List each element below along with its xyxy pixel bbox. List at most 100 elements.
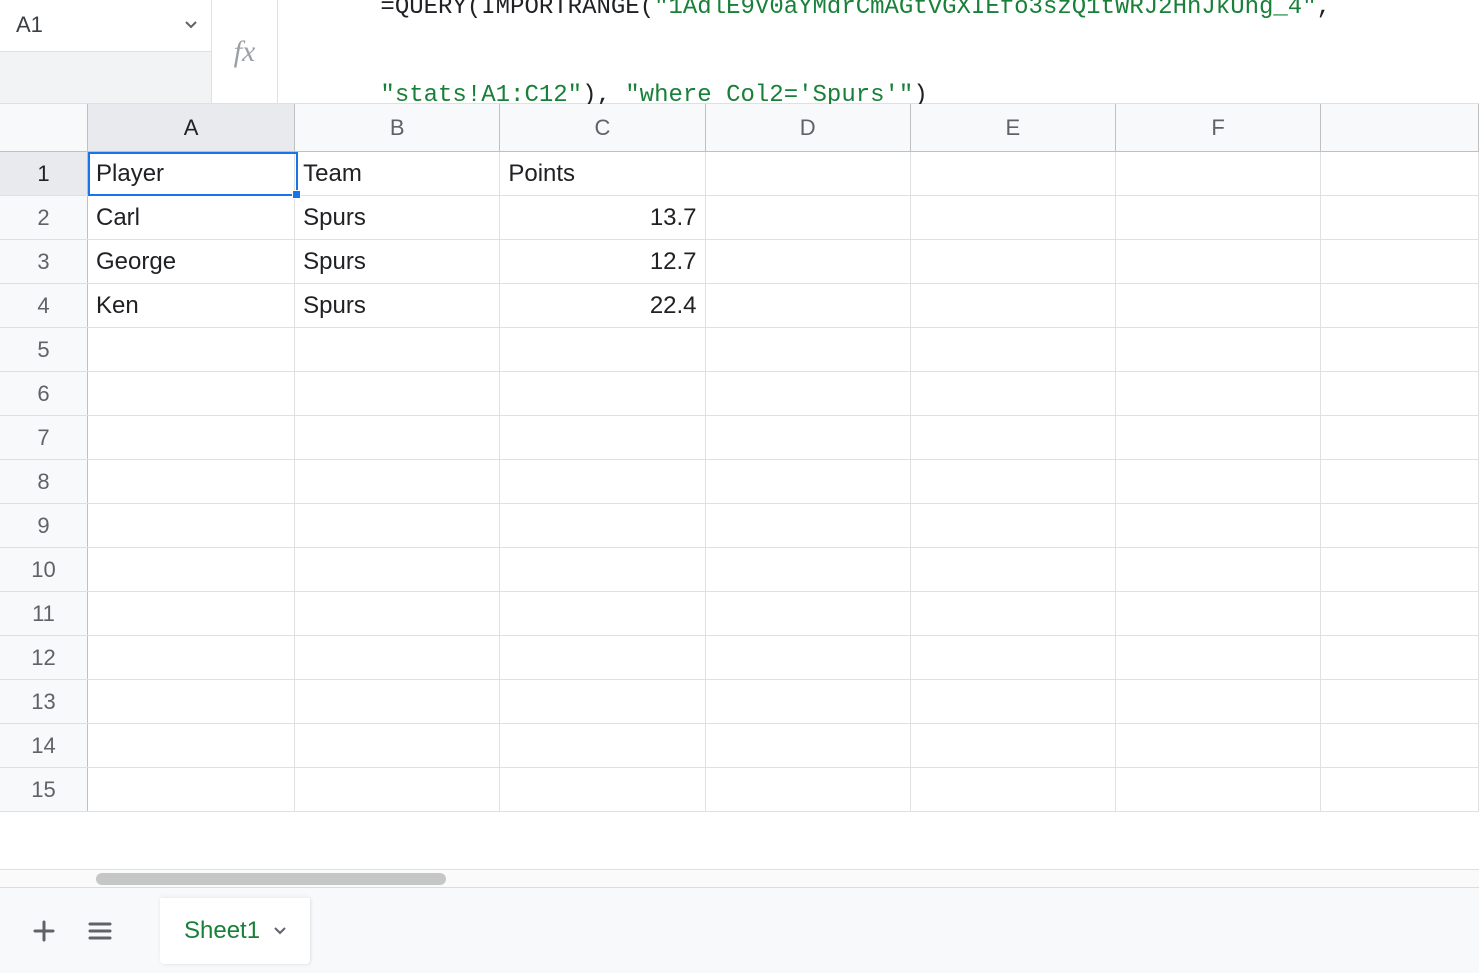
cell-C6[interactable] [500, 372, 705, 415]
cell-B4[interactable]: Spurs [295, 284, 500, 327]
column-header-A[interactable]: A [88, 104, 295, 151]
cell-F9[interactable] [1116, 504, 1321, 547]
cell-E14[interactable] [911, 724, 1116, 767]
row-header-15[interactable]: 15 [0, 768, 88, 811]
cell-D3[interactable] [706, 240, 911, 283]
cell-F2[interactable] [1116, 196, 1321, 239]
column-header-E[interactable]: E [911, 104, 1116, 151]
cell-D4[interactable] [706, 284, 911, 327]
cell-D13[interactable] [706, 680, 911, 723]
cell-A2[interactable]: Carl [88, 196, 295, 239]
cell-F7[interactable] [1116, 416, 1321, 459]
cell-D7[interactable] [706, 416, 911, 459]
horizontal-scrollbar[interactable] [0, 869, 1479, 887]
row-header-14[interactable]: 14 [0, 724, 88, 767]
cell-F14[interactable] [1116, 724, 1321, 767]
row-header-11[interactable]: 11 [0, 592, 88, 635]
cell-B12[interactable] [295, 636, 500, 679]
cell-E10[interactable] [911, 548, 1116, 591]
cell-A8[interactable] [88, 460, 295, 503]
row-header-4[interactable]: 4 [0, 284, 88, 327]
chevron-down-icon[interactable] [274, 927, 286, 935]
row-header-6[interactable]: 6 [0, 372, 88, 415]
cell-B9[interactable] [295, 504, 500, 547]
cell-G15[interactable] [1321, 768, 1479, 811]
cell-A14[interactable] [88, 724, 295, 767]
cell-G7[interactable] [1321, 416, 1479, 459]
cell-E12[interactable] [911, 636, 1116, 679]
cell-A6[interactable] [88, 372, 295, 415]
cell-B14[interactable] [295, 724, 500, 767]
cell-A4[interactable]: Ken [88, 284, 295, 327]
cell-F8[interactable] [1116, 460, 1321, 503]
row-header-13[interactable]: 13 [0, 680, 88, 723]
cell-C15[interactable] [500, 768, 705, 811]
chevron-down-icon[interactable] [185, 21, 197, 29]
cell-A9[interactable] [88, 504, 295, 547]
cell-C3[interactable]: 12.7 [500, 240, 705, 283]
cell-F13[interactable] [1116, 680, 1321, 723]
cell-C12[interactable] [500, 636, 705, 679]
cell-E11[interactable] [911, 592, 1116, 635]
cell-C4[interactable]: 22.4 [500, 284, 705, 327]
cell-F6[interactable] [1116, 372, 1321, 415]
cell-F11[interactable] [1116, 592, 1321, 635]
cell-B15[interactable] [295, 768, 500, 811]
cell-G10[interactable] [1321, 548, 1479, 591]
cell-F3[interactable] [1116, 240, 1321, 283]
cell-B11[interactable] [295, 592, 500, 635]
sheet-tab-active[interactable]: Sheet1 [160, 898, 310, 964]
cell-F15[interactable] [1116, 768, 1321, 811]
row-header-9[interactable]: 9 [0, 504, 88, 547]
cell-G11[interactable] [1321, 592, 1479, 635]
cell-C8[interactable] [500, 460, 705, 503]
cell-E8[interactable] [911, 460, 1116, 503]
cell-E2[interactable] [911, 196, 1116, 239]
cell-A7[interactable] [88, 416, 295, 459]
cell-G14[interactable] [1321, 724, 1479, 767]
cell-E3[interactable] [911, 240, 1116, 283]
cell-D14[interactable] [706, 724, 911, 767]
cell-D1[interactable] [706, 152, 911, 195]
cell-F5[interactable] [1116, 328, 1321, 371]
cell-D8[interactable] [706, 460, 911, 503]
cell-A1[interactable]: Player [88, 152, 295, 195]
cell-G12[interactable] [1321, 636, 1479, 679]
cell-G2[interactable] [1321, 196, 1479, 239]
cell-C14[interactable] [500, 724, 705, 767]
cell-G9[interactable] [1321, 504, 1479, 547]
cell-C5[interactable] [500, 328, 705, 371]
cell-B5[interactable] [295, 328, 500, 371]
column-header-B[interactable]: B [295, 104, 500, 151]
cell-D11[interactable] [706, 592, 911, 635]
cell-G5[interactable] [1321, 328, 1479, 371]
cell-E6[interactable] [911, 372, 1116, 415]
cell-C9[interactable] [500, 504, 705, 547]
cell-B3[interactable]: Spurs [295, 240, 500, 283]
add-sheet-button[interactable] [20, 907, 68, 955]
cell-E9[interactable] [911, 504, 1116, 547]
cell-B7[interactable] [295, 416, 500, 459]
select-all-corner[interactable] [0, 104, 88, 151]
cell-G4[interactable] [1321, 284, 1479, 327]
cell-C13[interactable] [500, 680, 705, 723]
cell-A3[interactable]: George [88, 240, 295, 283]
cell-C11[interactable] [500, 592, 705, 635]
cell-E7[interactable] [911, 416, 1116, 459]
cell-G3[interactable] [1321, 240, 1479, 283]
row-header-12[interactable]: 12 [0, 636, 88, 679]
cell-E15[interactable] [911, 768, 1116, 811]
cell-D6[interactable] [706, 372, 911, 415]
cell-E13[interactable] [911, 680, 1116, 723]
cell-B10[interactable] [295, 548, 500, 591]
cell-G8[interactable] [1321, 460, 1479, 503]
cell-C7[interactable] [500, 416, 705, 459]
cell-A12[interactable] [88, 636, 295, 679]
cell-E1[interactable] [911, 152, 1116, 195]
row-header-5[interactable]: 5 [0, 328, 88, 371]
cell-A11[interactable] [88, 592, 295, 635]
formula-input[interactable]: =QUERY(IMPORTRANGE("1AdlE9V0aYMdrCmAGtvG… [278, 0, 1479, 103]
cell-B1[interactable]: Team [295, 152, 500, 195]
cell-F12[interactable] [1116, 636, 1321, 679]
cell-C1[interactable]: Points [500, 152, 705, 195]
